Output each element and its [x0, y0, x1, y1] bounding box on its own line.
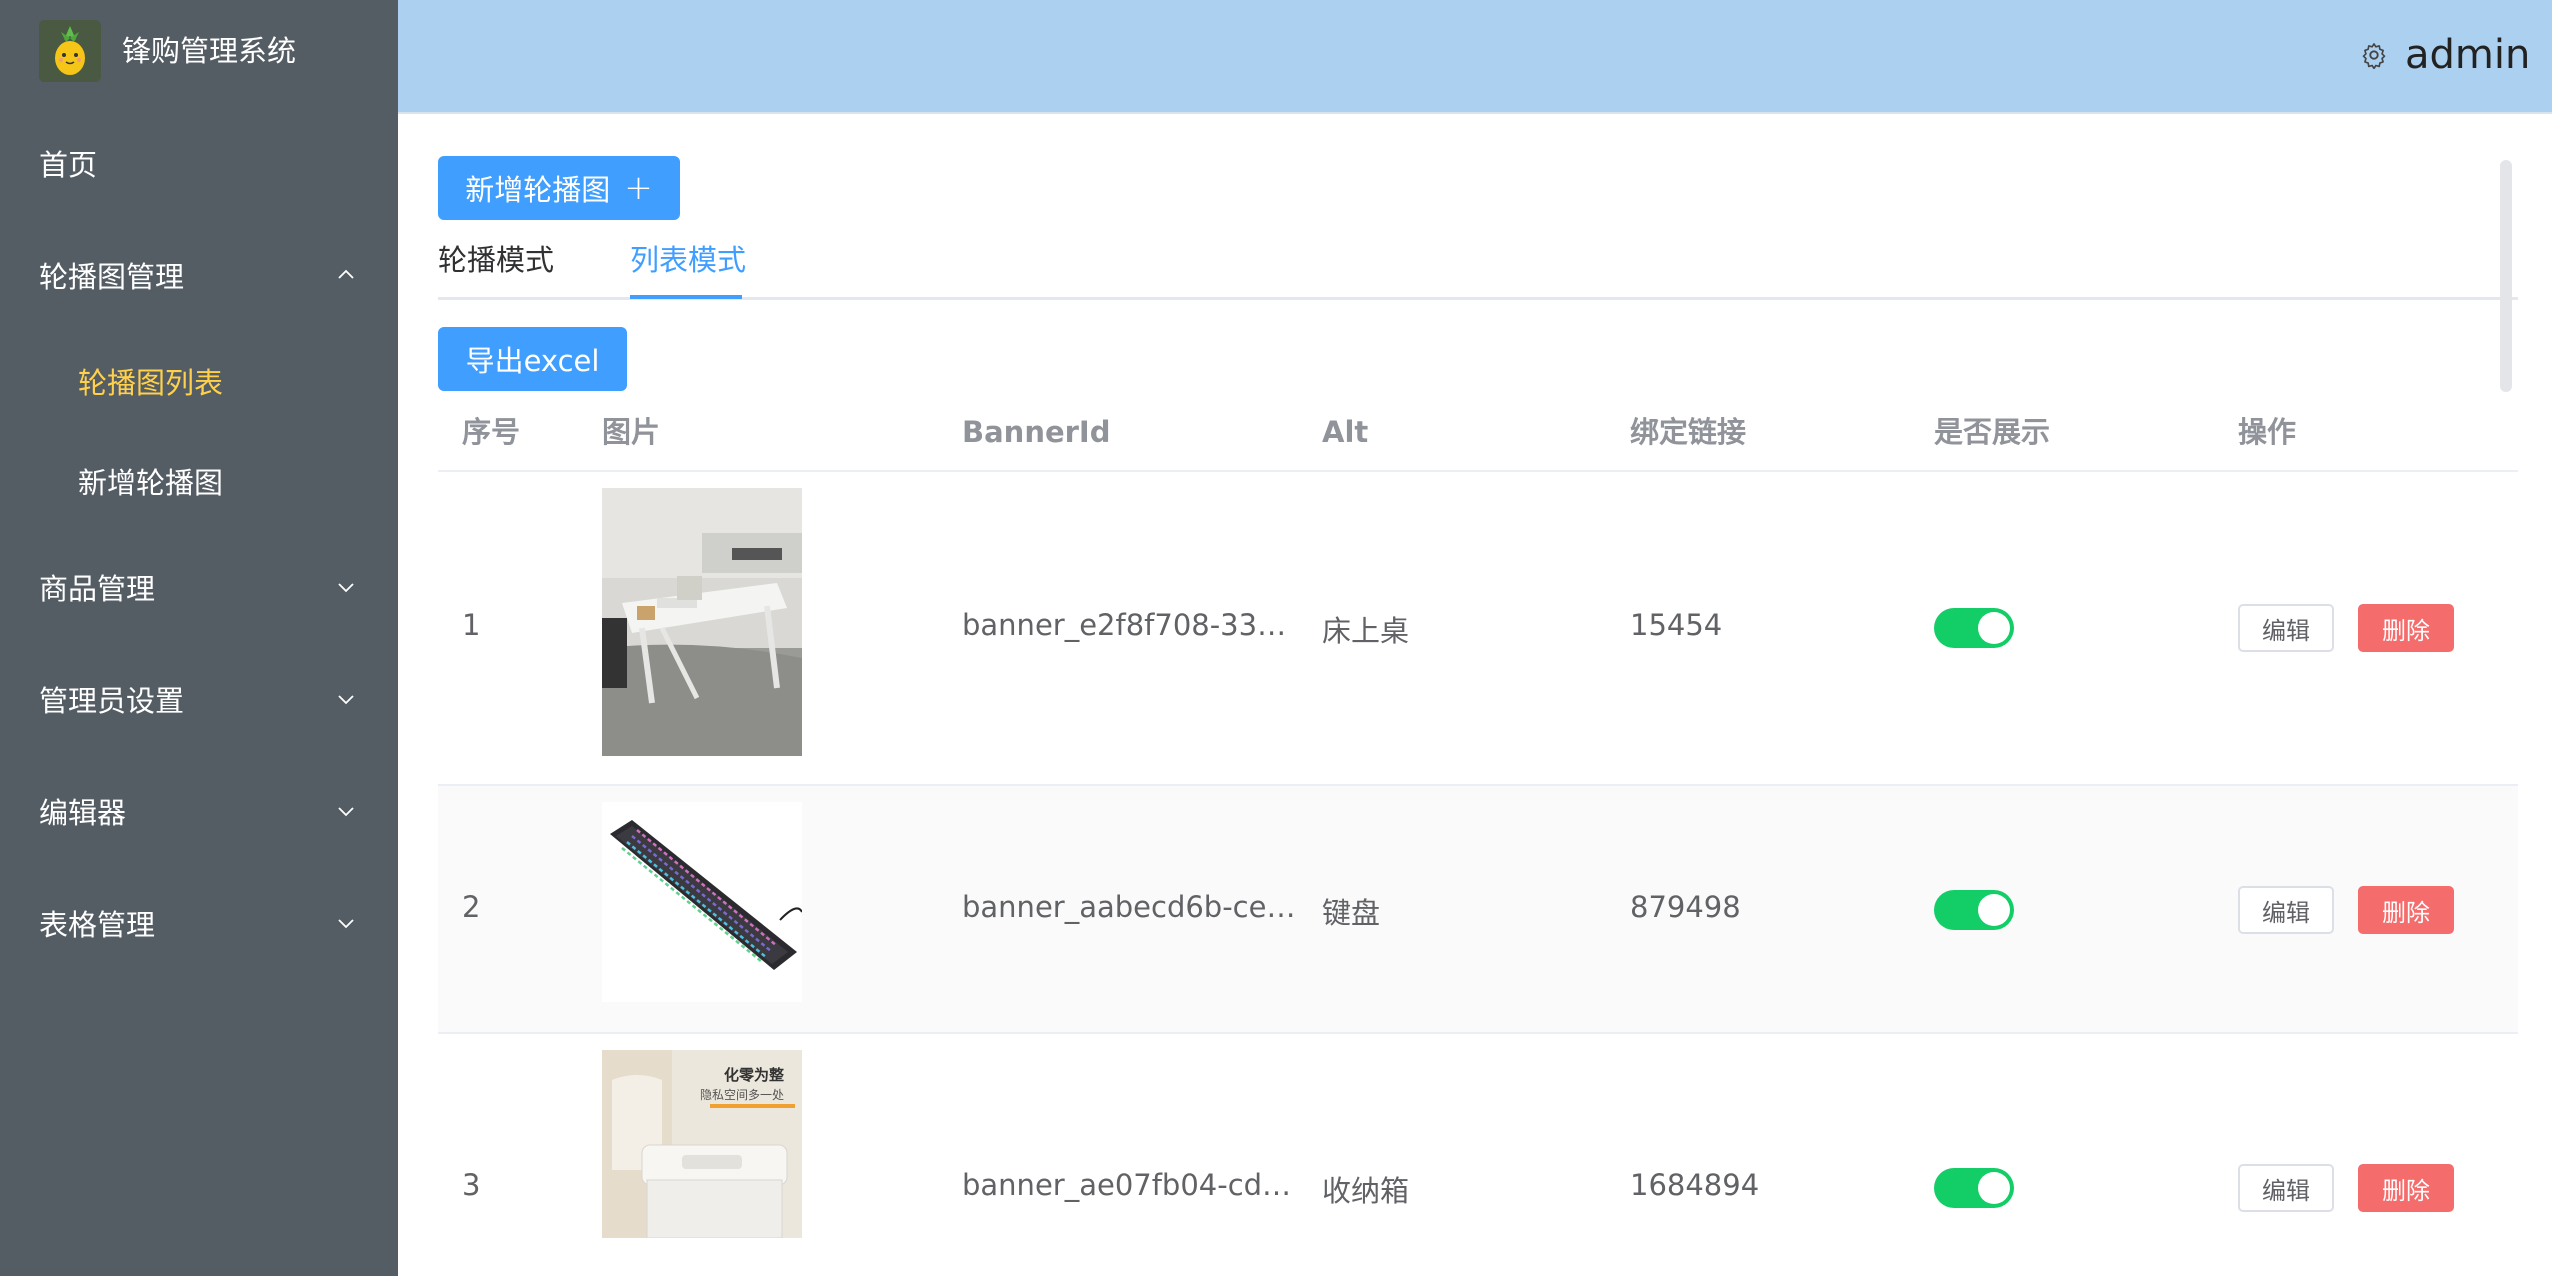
cell-link: 15454 [1630, 608, 1723, 642]
menu-label-table-management: 表格管理 [39, 908, 156, 942]
chevron-down-icon [338, 807, 354, 817]
table-row: 1 banner_e2f8f708-33… 床上桌 15454 编辑 删除 [438, 472, 2518, 786]
delete-button[interactable]: 删除 [2358, 886, 2454, 934]
th-actions: 操作 [2238, 415, 2297, 449]
export-excel-button[interactable]: 导出excel [438, 327, 627, 391]
top-header [398, 0, 2552, 114]
chevron-down-icon [338, 695, 354, 705]
submenu-label-banner-add: 新增轮播图 [78, 466, 224, 500]
menu-label-banner-management: 轮播图管理 [39, 260, 185, 294]
th-banner-id: BannerId [962, 415, 1111, 449]
menu-item-editor[interactable]: 编辑器 [0, 761, 398, 861]
delete-button[interactable]: 删除 [2358, 604, 2454, 652]
submenu-item-banner-list[interactable]: 轮播图列表 [0, 331, 398, 431]
edit-button[interactable]: 编辑 [2238, 886, 2334, 934]
bed-desk-image [602, 488, 802, 756]
cell-banner-id: banner_ae07fb04-cd… [962, 1168, 1292, 1202]
table-header: 序号 图片 BannerId Alt 绑定链接 是否展示 操作 [438, 400, 2518, 472]
storage-box-caption-sub: 隐私空间多一处 [700, 1088, 785, 1102]
menu-label-goods-management: 商品管理 [39, 572, 156, 606]
submenu-label-banner-list: 轮播图列表 [78, 366, 224, 400]
cell-alt: 收纳箱 [1322, 1174, 1410, 1208]
menu-label-home: 首页 [39, 148, 98, 182]
scrollbar[interactable] [2500, 160, 2512, 392]
menu-label-editor: 编辑器 [39, 796, 127, 830]
pineapple-logo-icon [39, 20, 101, 82]
cell-banner-id: banner_aabecd6b-ce… [962, 890, 1296, 924]
show-toggle[interactable] [1934, 608, 2014, 648]
add-banner-button[interactable]: 新增轮播图 + [438, 156, 680, 220]
cell-banner-id: banner_e2f8f708-33… [962, 608, 1287, 642]
th-show: 是否展示 [1934, 415, 2051, 449]
add-banner-label: 新增轮播图 [465, 173, 611, 207]
th-index: 序号 [462, 415, 521, 449]
cell-index: 3 [462, 1168, 481, 1202]
storage-box-caption-main: 化零为整 [724, 1066, 785, 1084]
chevron-down-icon [338, 919, 354, 929]
table-row: 3 化零为整 隐私空间多一处 banner_ae07fb04-cd… 收纳箱 1… [438, 1034, 2518, 1276]
show-toggle[interactable] [1934, 890, 2014, 930]
edit-button[interactable]: 编辑 [2238, 1164, 2334, 1212]
edit-button[interactable]: 编辑 [2238, 604, 2334, 652]
toggle-knob [1978, 894, 2010, 926]
active-tab-indicator [630, 295, 742, 299]
plus-icon: + [624, 168, 653, 208]
app-title: 锋购管理系统 [122, 34, 297, 68]
delete-button[interactable]: 删除 [2358, 1164, 2454, 1212]
chevron-down-icon [338, 583, 354, 593]
user-name[interactable]: admin [2405, 29, 2530, 81]
storage-box-image: 化零为整 隐私空间多一处 [602, 1050, 802, 1238]
chevron-up-icon [338, 269, 354, 279]
mode-tabs: 轮播模式 列表模式 [438, 232, 2518, 300]
brand[interactable]: 锋购管理系统 [0, 0, 398, 104]
cell-link: 879498 [1630, 890, 1741, 924]
menu-item-admin-settings[interactable]: 管理员设置 [0, 649, 398, 749]
submenu-item-banner-add[interactable]: 新增轮播图 [0, 431, 398, 531]
gear-icon[interactable] [2360, 41, 2388, 69]
cell-alt: 床上桌 [1322, 614, 1410, 648]
keyboard-image [602, 802, 802, 1002]
cell-index: 2 [462, 890, 481, 924]
toggle-knob [1978, 1172, 2010, 1204]
th-image: 图片 [602, 415, 661, 449]
menu-item-home[interactable]: 首页 [0, 113, 398, 213]
menu-item-banner-management[interactable]: 轮播图管理 [0, 225, 398, 325]
cell-link: 1684894 [1630, 1168, 1760, 1202]
menu-item-goods-management[interactable]: 商品管理 [0, 537, 398, 637]
th-alt: Alt [1322, 415, 1369, 449]
cell-alt: 键盘 [1322, 896, 1381, 930]
tab-list-mode[interactable]: 列表模式 [630, 232, 746, 288]
table-row: 2 banner_aabecd6b-ce… 键盘 879498 编辑 删除 [438, 786, 2518, 1034]
tab-carousel-mode[interactable]: 轮播模式 [438, 232, 554, 288]
toggle-knob [1978, 612, 2010, 644]
cell-index: 1 [462, 608, 481, 642]
sidebar: 锋购管理系统 首页 轮播图管理 轮播图列表 新增轮播图 商品管理 管理员设置 编… [0, 0, 398, 1276]
th-link: 绑定链接 [1630, 415, 1747, 449]
show-toggle[interactable] [1934, 1168, 2014, 1208]
menu-label-admin-settings: 管理员设置 [39, 684, 185, 718]
menu-item-table-management[interactable]: 表格管理 [0, 873, 398, 973]
